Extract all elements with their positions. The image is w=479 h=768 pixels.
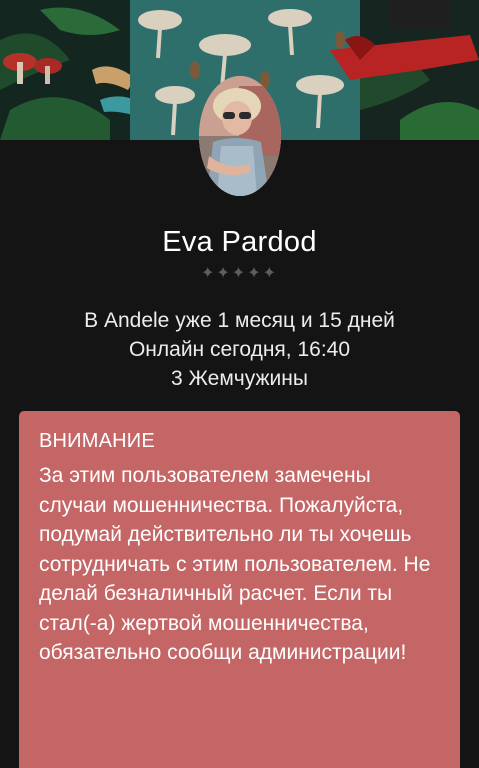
- membership-duration: В Andele уже 1 месяц и 15 дней: [84, 309, 395, 332]
- rating-stars: ✦✦✦✦✦: [200, 265, 279, 282]
- warning-title: ВНИМАНИЕ: [39, 430, 155, 452]
- fraud-warning-banner: ВНИМАНИЕ За этим пользователем замечены …: [19, 411, 460, 768]
- profile-name: Eva Pardod: [162, 226, 317, 258]
- avatar[interactable]: [199, 76, 281, 196]
- online-status: Онлайн сегодня, 16:40: [128, 338, 351, 361]
- profile-page: Eva Pardod ✦✦✦✦✦ В Andele уже 1 месяц и …: [0, 0, 479, 768]
- warning-text: За этим пользователем замечены случаи мо…: [39, 464, 431, 664]
- profile-stats: В Andele уже 1 месяц и 15 дней Онлайн се…: [0, 306, 479, 393]
- pearls-count: 3 Жемчужины: [171, 367, 308, 390]
